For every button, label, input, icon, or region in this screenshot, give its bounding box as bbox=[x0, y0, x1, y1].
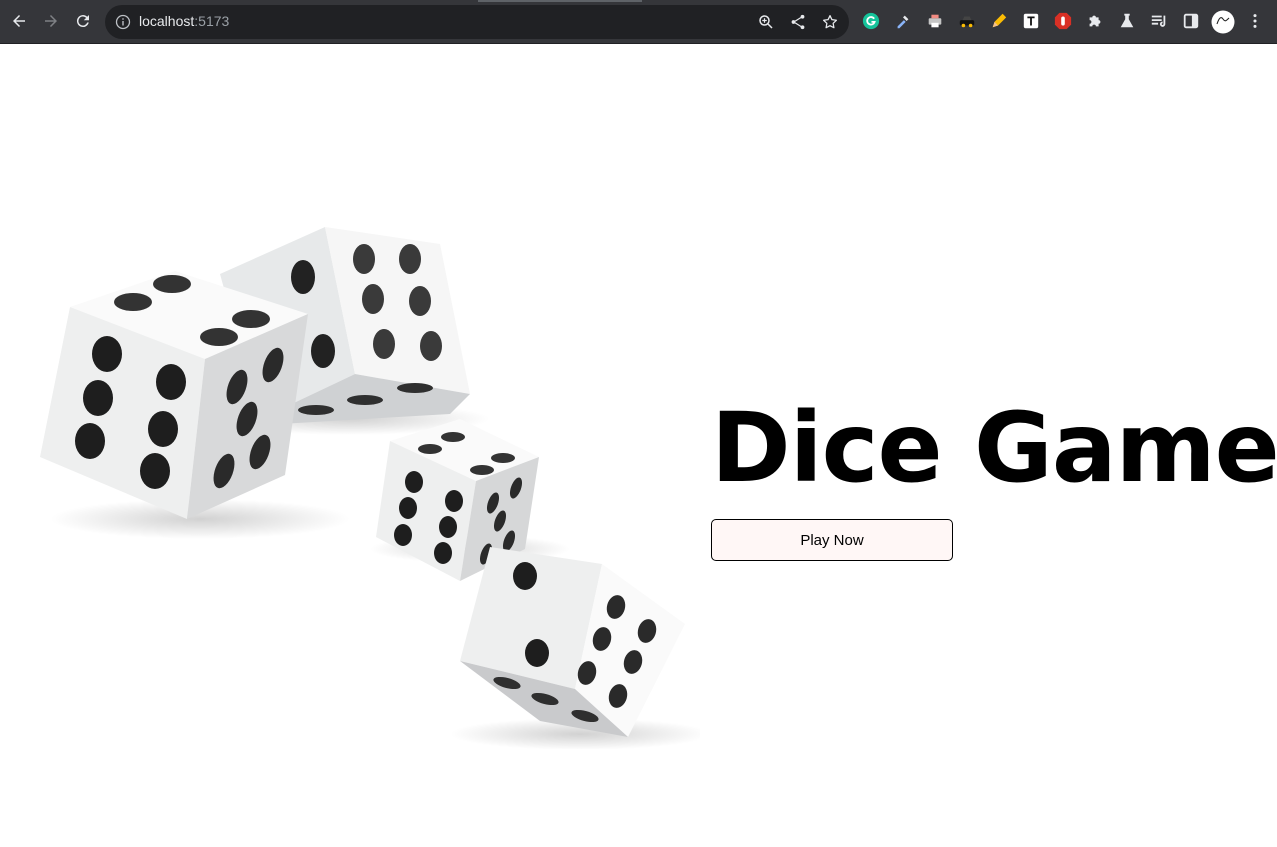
text-tool-extension[interactable] bbox=[1021, 11, 1041, 31]
share-icon[interactable] bbox=[789, 13, 807, 31]
arrow-right-icon bbox=[45, 15, 57, 27]
page-content: Dice Game Play Now bbox=[0, 44, 1277, 847]
address-bar[interactable]: localhost:5173 bbox=[105, 5, 849, 39]
side-panel-icon bbox=[1183, 13, 1199, 29]
color-picker-icon bbox=[897, 15, 909, 29]
arrow-left-icon bbox=[13, 15, 25, 27]
forward-button[interactable] bbox=[36, 6, 66, 36]
printer-extension[interactable] bbox=[925, 11, 945, 31]
printer-icon bbox=[928, 14, 942, 28]
color-picker-extension[interactable] bbox=[893, 11, 913, 31]
star-bookmark-icon[interactable] bbox=[821, 13, 839, 31]
reload-button[interactable] bbox=[68, 6, 98, 36]
pencil-icon bbox=[992, 13, 1007, 28]
flask-icon bbox=[1120, 13, 1134, 28]
url-text[interactable]: localhost:5173 bbox=[139, 13, 229, 29]
dice-bottom bbox=[450, 547, 700, 749]
stop-extension[interactable] bbox=[1053, 11, 1073, 31]
grammarly-extension[interactable] bbox=[861, 11, 881, 31]
avatar-icon bbox=[1211, 10, 1235, 34]
side-panel-button[interactable] bbox=[1181, 11, 1201, 31]
labs-button[interactable] bbox=[1117, 11, 1137, 31]
url-port: :5173 bbox=[194, 13, 230, 29]
reading-list-icon bbox=[1151, 15, 1166, 27]
tab-indicator bbox=[478, 0, 642, 2]
browser-toolbar: localhost:5173 bbox=[0, 0, 1277, 44]
info-icon[interactable] bbox=[115, 14, 131, 30]
grammarly-icon bbox=[862, 12, 880, 30]
car-icon bbox=[959, 16, 975, 28]
reading-list-button[interactable] bbox=[1149, 11, 1169, 31]
play-now-button[interactable]: Play Now bbox=[711, 519, 953, 561]
puzzle-icon bbox=[1089, 15, 1101, 27]
browser-menu-button[interactable] bbox=[1245, 11, 1265, 31]
car-extension[interactable] bbox=[957, 11, 977, 31]
pencil-extension[interactable] bbox=[989, 11, 1009, 31]
back-button[interactable] bbox=[4, 6, 34, 36]
zoom-icon[interactable] bbox=[757, 13, 775, 31]
stop-hand-icon bbox=[1054, 12, 1072, 30]
dice-illustration bbox=[40, 227, 700, 749]
menu-icon bbox=[1253, 14, 1257, 28]
page-title: Dice Game bbox=[711, 392, 1277, 504]
reload-icon bbox=[76, 15, 89, 28]
profile-avatar[interactable] bbox=[1211, 10, 1235, 34]
text-tool-icon bbox=[1023, 13, 1039, 29]
extensions-button[interactable] bbox=[1085, 11, 1105, 31]
url-host: localhost bbox=[139, 13, 195, 29]
